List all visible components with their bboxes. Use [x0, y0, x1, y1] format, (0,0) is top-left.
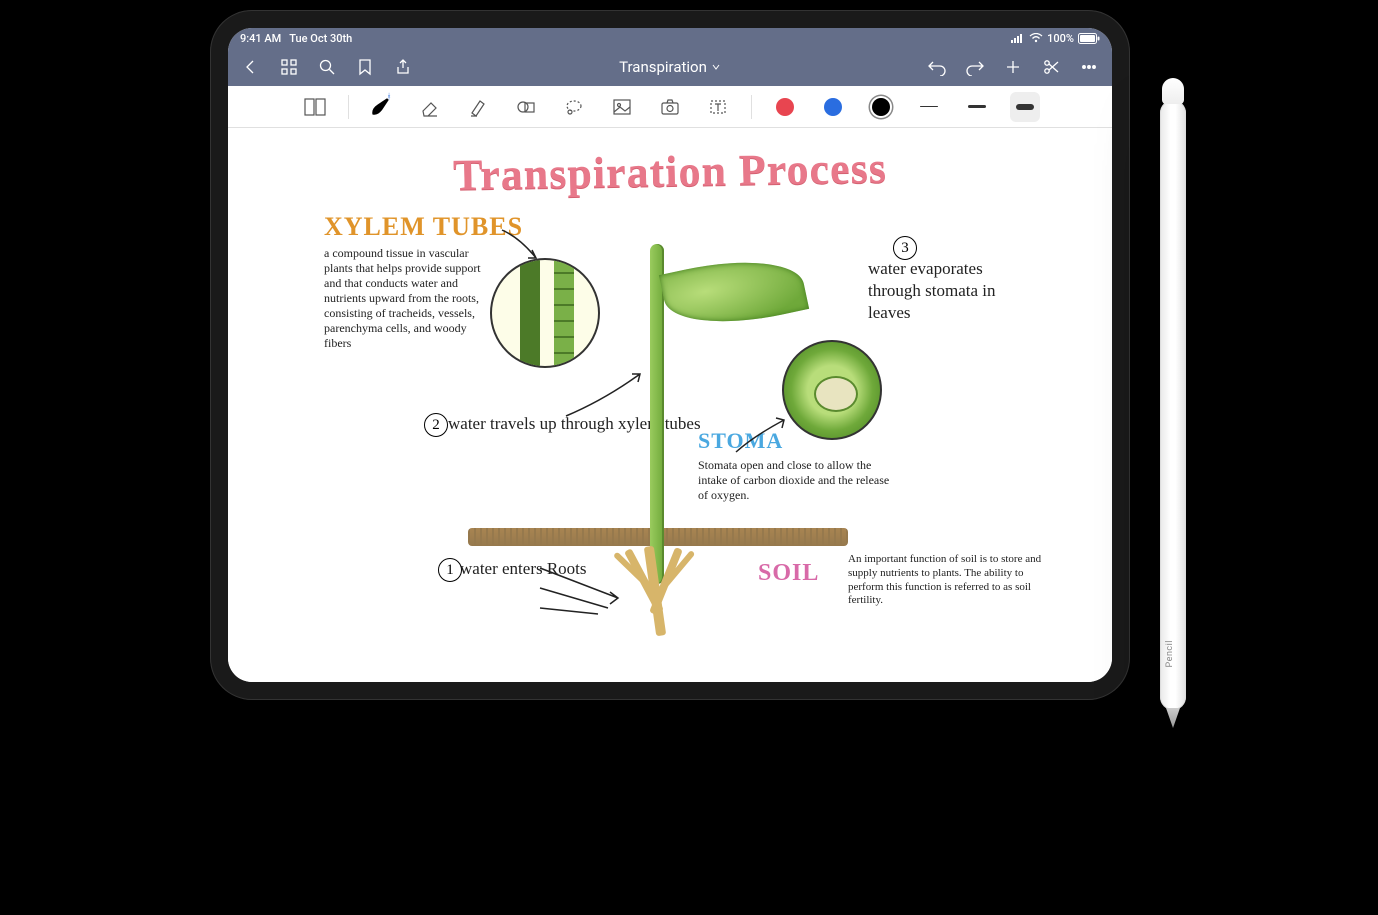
apple-pencil-label: Pencil [1165, 640, 1175, 667]
share-button[interactable] [386, 50, 420, 84]
battery-icon [1078, 33, 1100, 44]
illustration-leaf [659, 246, 809, 338]
arrow-icon [538, 558, 628, 618]
bookmark-button[interactable] [348, 50, 382, 84]
lasso-tool[interactable] [559, 92, 589, 122]
color-red[interactable] [770, 92, 800, 122]
color-black[interactable] [866, 92, 896, 122]
shapes-tool[interactable] [511, 92, 541, 122]
search-button[interactable] [310, 50, 344, 84]
thickness-thick[interactable] [1010, 92, 1040, 122]
pen-tool[interactable]: ᚼ [367, 92, 397, 122]
arrow-icon [500, 228, 560, 268]
arrow-icon [564, 370, 644, 420]
drawing-toolbar: ᚼ [228, 86, 1112, 128]
step-number-2: 2 [424, 413, 448, 437]
ios-statusbar: 9:41 AM Tue Oct 30th 100% [228, 28, 1112, 48]
step-number-3: 3 [893, 236, 917, 260]
apple-pencil [1160, 100, 1186, 710]
chevron-down-icon [711, 62, 721, 72]
thickness-thin[interactable] [914, 92, 944, 122]
wifi-icon [1029, 33, 1043, 43]
ipad-screen: 9:41 AM Tue Oct 30th 100% [228, 28, 1112, 682]
highlighter-tool[interactable] [463, 92, 493, 122]
text-soil-description: An important function of soil is to stor… [848, 553, 1048, 608]
thumbnails-button[interactable] [272, 50, 306, 84]
note-canvas[interactable]: Transpiration Process XYLEM TUBES a comp… [228, 128, 1112, 682]
text-stoma-description: Stomata open and close to allow the inta… [698, 458, 898, 503]
arrow-icon [734, 416, 794, 456]
statusbar-right: 100% [1011, 32, 1100, 45]
page-layout-tool[interactable] [300, 92, 330, 122]
illustration-xylem-detail [490, 258, 600, 368]
statusbar-time: 9:41 AM [240, 32, 281, 45]
label-soil: SOIL [758, 560, 819, 587]
illustration-stoma-detail [782, 340, 882, 440]
illustration-stem [650, 244, 664, 584]
text-tool[interactable] [703, 92, 733, 122]
text-xylem-description: a compound tissue in vascular plants tha… [324, 246, 494, 351]
note-title: Transpiration Process [453, 142, 888, 201]
ipad-device-frame: 9:41 AM Tue Oct 30th 100% [210, 10, 1130, 700]
battery-percentage: 100% [1047, 32, 1074, 45]
add-button[interactable] [996, 50, 1030, 84]
statusbar-left: 9:41 AM Tue Oct 30th [240, 32, 352, 45]
eraser-tool[interactable] [415, 92, 445, 122]
more-button[interactable] [1072, 50, 1106, 84]
label-xylem-tubes: XYLEM TUBES [324, 212, 523, 242]
step-3-text: water evaporates through stomata in leav… [868, 258, 1008, 324]
toolbar-divider [751, 95, 752, 119]
bluetooth-badge-icon: ᚼ [387, 92, 392, 101]
scissors-button[interactable] [1034, 50, 1068, 84]
statusbar-date: Tue Oct 30th [289, 32, 352, 45]
undo-button[interactable] [920, 50, 954, 84]
toolbar-divider [348, 95, 349, 119]
camera-tool[interactable] [655, 92, 685, 122]
back-button[interactable] [234, 50, 268, 84]
color-blue[interactable] [818, 92, 848, 122]
signal-icon [1011, 33, 1025, 43]
thickness-medium[interactable] [962, 92, 992, 122]
redo-button[interactable] [958, 50, 992, 84]
document-title-text: Transpiration [619, 58, 707, 76]
image-tool[interactable] [607, 92, 637, 122]
step-number-1: 1 [438, 558, 462, 582]
document-title[interactable]: Transpiration [619, 58, 721, 76]
app-navbar: Transpiration [228, 48, 1112, 86]
